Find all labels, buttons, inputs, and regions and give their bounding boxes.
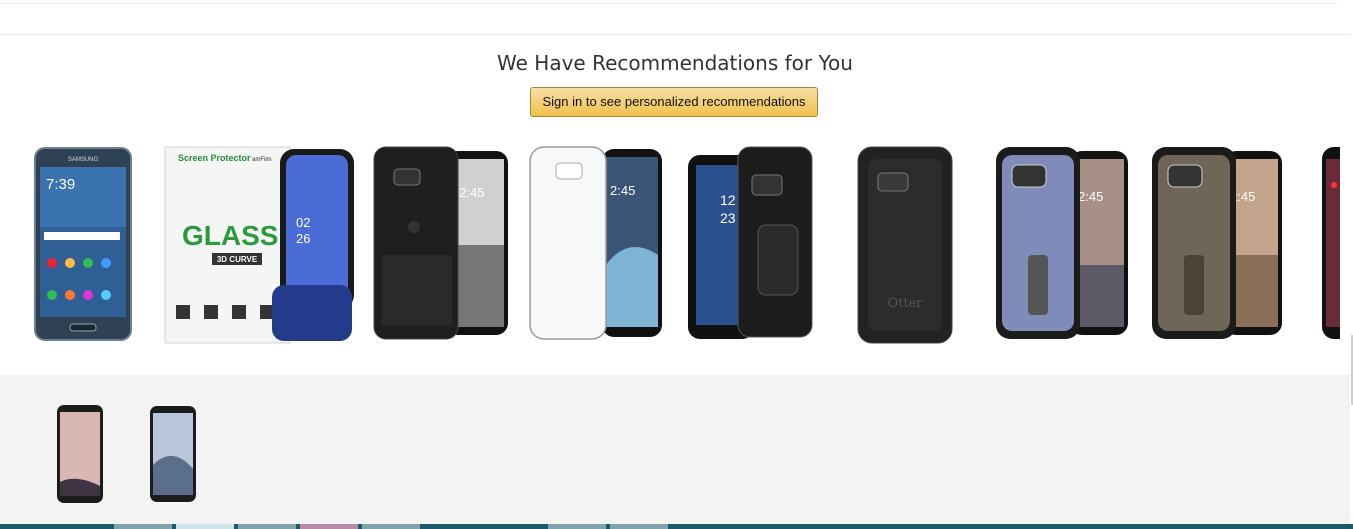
carousel-item-rugged-case[interactable]: 02:45 — [372, 145, 510, 350]
otterbox-logo-text: Otter — [887, 296, 923, 311]
bottom-section — [0, 375, 1353, 529]
recommendations-section: We Have Recommendations for You Sign in … — [0, 35, 1350, 375]
carousel-item-clear-case[interactable]: 2:45 — [528, 145, 664, 350]
samsung-brand-text: SAMSUNG — [68, 157, 99, 163]
clear-case-clock-text: 2:45 — [610, 183, 635, 198]
taskbar — [0, 524, 1353, 529]
taskbar-item[interactable] — [362, 524, 420, 529]
holster-case-image: 12 23 — [688, 146, 813, 339]
carousel-item-otterbox[interactable]: Otter — [856, 145, 954, 350]
partial-phone-image — [1322, 147, 1340, 339]
taskbar-item[interactable] — [548, 524, 606, 529]
thumb-galaxy-pink[interactable] — [56, 404, 104, 504]
galaxy-silver-image — [150, 406, 196, 502]
samsung-phone-image: SAMSUNG 7:39 — [34, 147, 132, 341]
amfilm-logo-text: amFilm — [252, 157, 272, 163]
glass-text: GLASS — [182, 220, 278, 251]
taskbar-item[interactable] — [610, 524, 668, 529]
recommendations-carousel: SAMSUNG 7:39 Screen Protector amFilm GLA… — [0, 145, 1340, 350]
3d-curve-label: 3D CURVE — [217, 255, 258, 264]
recommendations-title: We Have Recommendations for You — [497, 51, 853, 75]
armor-blue-clock-text: 2:45 — [1078, 189, 1103, 204]
carousel-item-armor-gunmetal[interactable]: 2:45 — [1150, 145, 1284, 350]
top-strip — [0, 0, 1353, 35]
carousel-item-screen-protector[interactable]: Screen Protector amFilm GLASS 3D CURVE 0… — [164, 145, 356, 350]
taskbar-item[interactable] — [176, 524, 234, 529]
taskbar-item[interactable] — [114, 524, 172, 529]
carousel-item-samsung-galaxy[interactable]: SAMSUNG 7:39 — [34, 145, 132, 350]
screen-protector-image: Screen Protector amFilm GLASS 3D CURVE 0… — [164, 146, 354, 344]
holster-clock-min: 23 — [720, 210, 736, 226]
divider — [0, 0, 1338, 4]
protector-clock-min: 26 — [296, 231, 310, 246]
carousel-item-holster-case[interactable]: 12 23 — [686, 145, 814, 350]
galaxy-pink-image — [57, 405, 103, 503]
holster-clock-hour: 12 — [720, 192, 736, 208]
carousel-item-armor-blue[interactable]: 2:45 — [994, 145, 1130, 350]
protector-brand-text: Screen Protector — [178, 153, 251, 163]
taskbar-item[interactable] — [238, 524, 296, 529]
protector-clock-hour: 02 — [296, 215, 310, 230]
phone-clock-text: 7:39 — [46, 176, 75, 193]
signin-recommendations-button[interactable]: Sign in to see personalized recommendati… — [530, 87, 818, 117]
clear-case-image: 2:45 — [529, 146, 662, 340]
rugged-case-image: 02:45 — [373, 146, 508, 340]
armor-gunmetal-image: 2:45 — [1152, 147, 1282, 339]
thumb-galaxy-silver[interactable] — [149, 405, 197, 503]
otterbox-image: Otter — [857, 146, 953, 344]
carousel-item-partial[interactable] — [1320, 145, 1340, 350]
taskbar-item[interactable] — [300, 524, 358, 529]
armor-blue-image: 2:45 — [996, 147, 1128, 339]
